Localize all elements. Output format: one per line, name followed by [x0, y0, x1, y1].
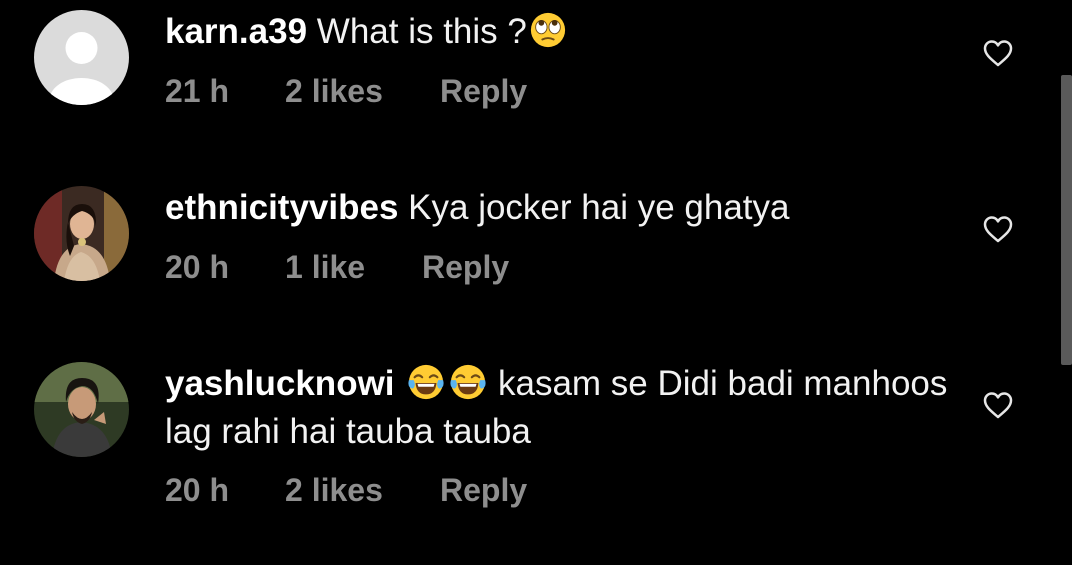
default-avatar-icon	[34, 10, 129, 105]
comment-message: What is this ?	[316, 12, 527, 51]
comment-time: 20 h	[165, 472, 230, 508]
comment-text: karn.a39 What is this ?	[165, 8, 950, 56]
likes-count[interactable]: 1 like	[285, 249, 422, 286]
avatar[interactable]	[34, 10, 129, 105]
user-photo-avatar	[34, 362, 129, 457]
avatar[interactable]	[34, 362, 129, 457]
rolling-eyes-emoji-icon	[530, 12, 565, 48]
comment-time: 21 h	[165, 73, 230, 109]
comment-time: 20 h	[165, 249, 230, 285]
comment-message: Kya jocker hai ye ghatya	[408, 188, 790, 227]
tears-of-joy-emoji-icon	[408, 364, 444, 400]
scrollbar[interactable]	[1061, 75, 1072, 365]
comment-username[interactable]: karn.a39	[165, 12, 307, 51]
comment-meta: 20 h 1 like Reply	[165, 249, 509, 286]
comment-text: yashlucknowi kasam se Didi badi manhoos …	[165, 360, 950, 456]
reply-button[interactable]: Reply	[422, 249, 509, 286]
heart-outline-icon[interactable]	[982, 38, 1014, 68]
comment-item: yashlucknowi kasam se Didi badi manhoos …	[0, 352, 1060, 552]
likes-count[interactable]: 2 likes	[285, 472, 440, 509]
comment-username[interactable]: yashlucknowi	[165, 364, 395, 403]
tears-of-joy-emoji-icon	[450, 364, 486, 400]
heart-outline-icon[interactable]	[982, 390, 1014, 420]
comment-item: ethnicityvibes Kya jocker hai ye ghatya …	[0, 176, 1060, 326]
comment-username[interactable]: ethnicityvibes	[165, 188, 398, 227]
avatar[interactable]	[34, 186, 129, 281]
comment-item: karn.a39 What is this ? 21 h 2 likes Reply	[0, 0, 1060, 150]
reply-button[interactable]: Reply	[440, 73, 527, 110]
comment-text: ethnicityvibes Kya jocker hai ye ghatya	[165, 184, 950, 232]
user-photo-avatar	[34, 186, 129, 281]
comment-meta: 21 h 2 likes Reply	[165, 73, 527, 110]
likes-count[interactable]: 2 likes	[285, 73, 440, 110]
heart-outline-icon[interactable]	[982, 214, 1014, 244]
comment-meta: 20 h 2 likes Reply	[165, 472, 527, 509]
reply-button[interactable]: Reply	[440, 472, 527, 509]
